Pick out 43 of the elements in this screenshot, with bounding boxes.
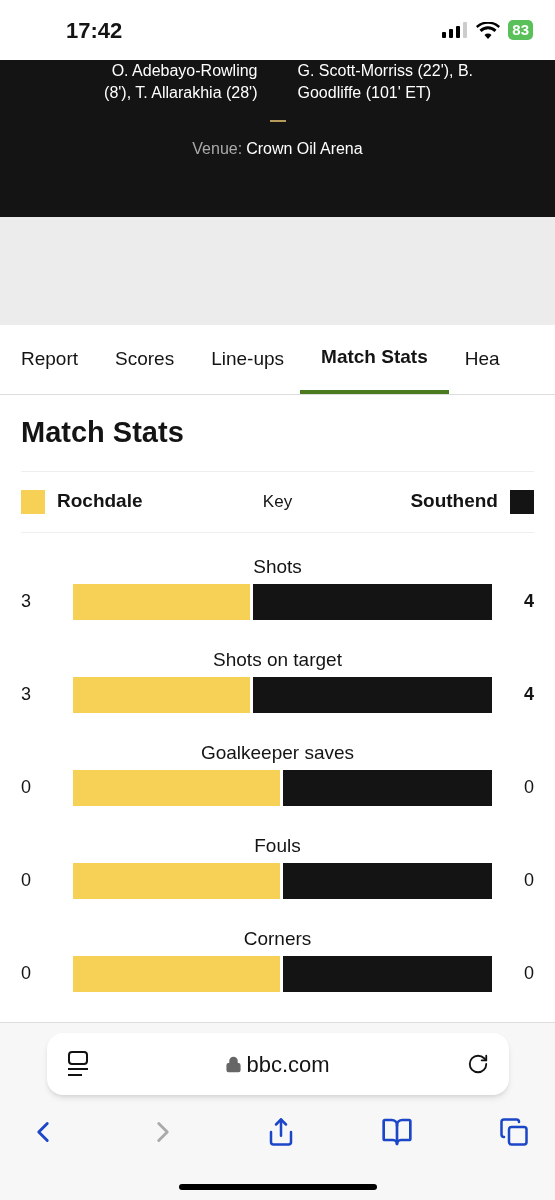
scorer-line: G. Scott-Morriss (22'), B.	[297, 61, 474, 81]
scorer-line: O. Adebayo-Rowling	[111, 61, 258, 81]
away-value: 4	[523, 683, 534, 706]
wifi-icon	[476, 21, 501, 39]
away-value: 0	[523, 776, 534, 799]
battery-indicator: 83	[508, 20, 533, 40]
reload-icon[interactable]	[466, 1053, 489, 1075]
key-label: Key	[262, 490, 293, 513]
tab[interactable]: Report	[21, 325, 79, 394]
tab[interactable]: Hea	[464, 325, 500, 394]
home-value: 3	[21, 590, 32, 613]
away-value: 4	[523, 590, 534, 613]
scorer-line: Goodliffe (101' ET)	[297, 83, 431, 103]
tab[interactable]: Line-ups	[211, 325, 285, 394]
away-team-name: Southend	[410, 489, 498, 514]
stat-label: Goalkeeper saves	[200, 740, 355, 765]
away-value: 0	[523, 962, 534, 985]
scorer-line: (8'), T. Allarakhia (28')	[104, 83, 258, 103]
home-value: 0	[21, 869, 32, 892]
reader-icon[interactable]	[66, 1051, 89, 1077]
away-value: 0	[523, 869, 534, 892]
url-text: bbc.com	[246, 1050, 330, 1079]
home-value: 0	[21, 962, 32, 985]
home-value: 3	[21, 683, 32, 706]
venue-name: Crown Oil Arena	[246, 139, 363, 159]
home-key-swatch	[21, 489, 45, 514]
home-team-name: Rochdale	[57, 489, 143, 514]
stat-label: Fouls	[254, 833, 301, 858]
stat-label: Corners	[243, 926, 312, 951]
stat-label: Shots	[253, 554, 302, 579]
signal-icon	[442, 22, 469, 38]
address-bar[interactable]: bbc.com	[46, 1033, 509, 1095]
clock-time: 17:42	[66, 16, 123, 45]
tab[interactable]: Match Stats	[300, 325, 449, 394]
venue-label: Venue:	[192, 139, 243, 159]
lock-icon	[225, 1055, 243, 1073]
away-key-swatch	[510, 489, 534, 514]
stat-label: Shots on target	[213, 647, 342, 672]
section-heading: Match Stats	[21, 415, 185, 450]
home-value: 0	[21, 776, 32, 799]
bookmarks-icon[interactable]	[381, 1116, 414, 1148]
tab[interactable]: Scores	[115, 325, 175, 394]
tabs-icon[interactable]	[499, 1117, 529, 1147]
